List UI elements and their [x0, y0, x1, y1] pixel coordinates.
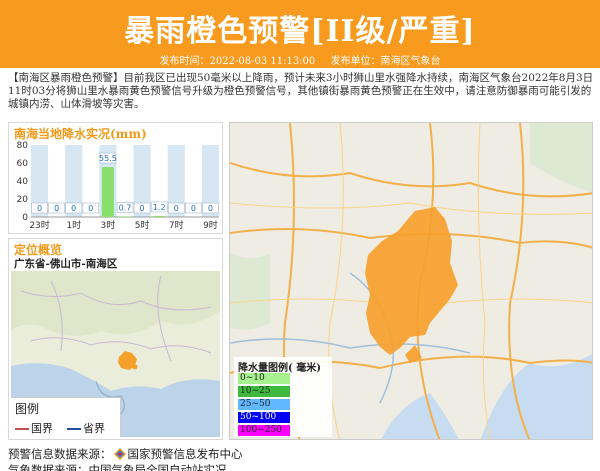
rainfall-legend: 降水量图例( 毫米) 0~10 10~25 25~50 50~100 100~2… [234, 357, 332, 437]
rainfall-legend-item: 10~25 [238, 386, 290, 397]
bar-value-label: 0.7 [119, 203, 132, 212]
y-tick-label: 40 [17, 177, 29, 187]
rainfall-panel: 南海当地降水实况(mm) 0 20 40 60 80 0 0 0 0 55.5 0.7 0 1.2 0 0 0… [8, 122, 223, 234]
rainfall-legend-item: 50~100 [238, 412, 290, 423]
warning-area-map[interactable]: 降水量图例( 毫米) 0~10 10~25 25~50 50~100 100~2… [229, 122, 593, 440]
warning-header: 暴雨橙色预警[II级/严重] 发布时间：2022-08-03 11:13:00 … [0, 0, 600, 68]
x-tick-label: 7时 [169, 219, 184, 231]
x-tick-label: 3时 [101, 219, 116, 231]
warning-center-logo-icon [113, 448, 126, 460]
y-tick-label: 0 [22, 213, 28, 223]
rainfall-legend-title: 降水量图例( 毫米) [238, 363, 321, 374]
bar-value-label: 0 [174, 204, 179, 213]
warning-title: 暴雨橙色预警[II级/严重] [124, 14, 476, 49]
x-tick-label: 9时 [203, 219, 218, 231]
weather-data-source: 气象数据来源：中国气象局全国自动站实况 [8, 463, 227, 471]
x-tick-label: 1时 [66, 219, 81, 231]
province-border-label: 省界 [83, 422, 105, 435]
national-border-label: 国界 [31, 422, 53, 435]
y-tick-label: 60 [17, 159, 29, 169]
legend-title: 图例 [15, 402, 40, 416]
bar-value-label: 1.2 [153, 203, 166, 212]
province-border-line-icon [67, 428, 81, 430]
legend-national-border: 国界 [15, 420, 53, 436]
bar-value-label: 0 [88, 204, 93, 213]
publisher: 发布单位：南海区气象台 [330, 56, 441, 67]
bar-value-label: 55.5 [99, 154, 117, 163]
rainfall-chart: 0204060800 0 0 055.50.7 0 1.2 0 0 023时 1时 3时 5时 7时 9时 [17, 141, 219, 231]
x-tick-label: 5时 [135, 219, 150, 231]
warning-source-name: 国家预警信息发布中心 [127, 447, 243, 461]
bar-value-label: 0 [54, 204, 59, 213]
bar-value-label: 0 [37, 204, 42, 213]
warning-source-prefix: 预警信息数据来源： [8, 447, 112, 461]
warning-description: 【南海区暴雨橙色预警】目前我区已出现50毫米以上降雨，预计未来3小时狮山里水强降… [8, 72, 594, 110]
overview-map[interactable]: 图例 国界 省界 [11, 271, 220, 437]
rainfall-legend-item: 0~10 [238, 373, 290, 384]
national-border-line-icon [15, 428, 29, 430]
warning-source: 预警信息数据来源： 国家预警信息发布中心 [8, 446, 243, 462]
location-panel: 定位概览 广东省-佛山市-南海区 图例 国界 省界 [8, 238, 223, 440]
rainfall-legend-item: 100~250 [238, 425, 290, 436]
x-tick-label: 23时 [29, 219, 49, 231]
y-tick-label: 20 [17, 195, 29, 205]
rain-bar [119, 216, 131, 217]
rainfall-legend-item: 25~50 [238, 399, 290, 410]
publish-time: 发布时间：2022-08-03 11:13:00 [159, 56, 316, 67]
location-region: 广东省-佛山市-南海区 [14, 258, 118, 270]
bar-value-label: 0 [191, 204, 196, 213]
warning-meta: 发布时间：2022-08-03 11:13:00 发布单位：南海区气象台 [0, 52, 600, 67]
rain-bar [153, 215, 166, 217]
rain-bar [101, 167, 114, 217]
bar-value-label: 0 [71, 204, 76, 213]
y-tick-label: 80 [17, 141, 29, 151]
bar-value-label: 0 [208, 204, 213, 213]
legend-province-border: 省界 [67, 420, 105, 436]
overview-map-legend: 图例 国界 省界 [11, 397, 121, 437]
bar-value-label: 0 [140, 204, 145, 213]
